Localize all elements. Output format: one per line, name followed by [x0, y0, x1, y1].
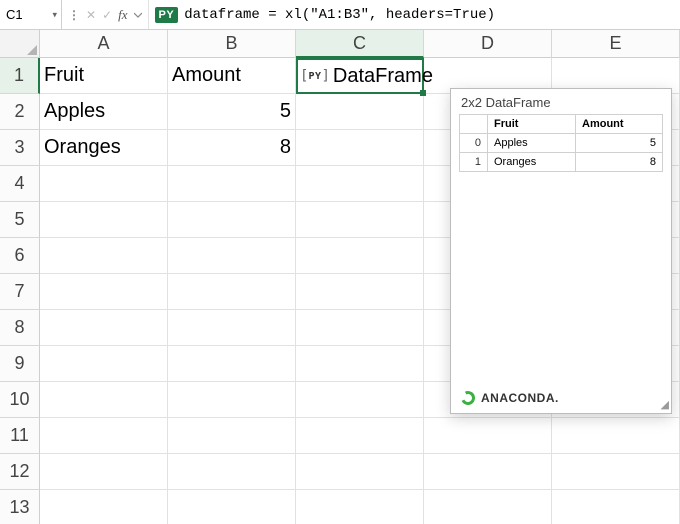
cell-C6[interactable] [296, 238, 424, 274]
cell-B5[interactable] [168, 202, 296, 238]
cell-B4[interactable] [168, 166, 296, 202]
row-header-12[interactable]: 12 [0, 454, 40, 490]
anaconda-icon [459, 389, 477, 407]
cell-A3[interactable]: Oranges [40, 130, 168, 166]
cell-B2[interactable]: 5 [168, 94, 296, 130]
row-header-13[interactable]: 13 [0, 490, 40, 524]
cell-A11[interactable] [40, 418, 168, 454]
column-headers: ABCDE [40, 30, 680, 58]
dataframe-preview-table: FruitAmount 0Apples51Oranges8 [459, 114, 663, 172]
fx-icon[interactable]: fx [118, 7, 127, 23]
resize-grip-icon[interactable]: ◢ [661, 398, 669, 411]
column-header-E[interactable]: E [552, 30, 680, 58]
cell-A5[interactable] [40, 202, 168, 238]
cell-C3[interactable] [296, 130, 424, 166]
df-cell: Apples [488, 134, 576, 153]
table-row: 1Oranges8 [460, 153, 663, 172]
column-header-A[interactable]: A [40, 30, 168, 58]
dataframe-preview-title: 2x2 DataFrame [451, 89, 671, 114]
table-row: 0Apples5 [460, 134, 663, 153]
select-all-corner[interactable] [0, 30, 40, 58]
row-header-3[interactable]: 3 [0, 130, 40, 166]
python-chip-icon: PY [300, 68, 330, 84]
cell-A9[interactable] [40, 346, 168, 382]
cell-B12[interactable] [168, 454, 296, 490]
cell-B6[interactable] [168, 238, 296, 274]
cell-D11[interactable] [424, 418, 552, 454]
cell-D12[interactable] [424, 454, 552, 490]
cell-B1[interactable]: Amount [168, 58, 296, 94]
row-header-10[interactable]: 10 [0, 382, 40, 418]
cell-A1[interactable]: Fruit [40, 58, 168, 94]
formula-input[interactable]: dataframe = xl("A1:B3", headers=True) [178, 7, 680, 23]
df-cell: 5 [576, 134, 663, 153]
row-header-4[interactable]: 4 [0, 166, 40, 202]
cell-C2[interactable] [296, 94, 424, 130]
column-header-C[interactable]: C [296, 30, 424, 58]
cell-A12[interactable] [40, 454, 168, 490]
cell-E13[interactable] [552, 490, 680, 524]
row-header-8[interactable]: 8 [0, 310, 40, 346]
spreadsheet-grid: ABCDE 12345678910111213 FruitAmountPYDat… [0, 30, 680, 524]
df-index-cell: 1 [460, 153, 488, 172]
column-header-D[interactable]: D [424, 30, 552, 58]
chevron-down-icon[interactable] [134, 11, 142, 19]
cell-A10[interactable] [40, 382, 168, 418]
row-header-11[interactable]: 11 [0, 418, 40, 454]
df-col-header: Fruit [488, 115, 576, 134]
cell-A7[interactable] [40, 274, 168, 310]
df-cell: 8 [576, 153, 663, 172]
df-col-header: Amount [576, 115, 663, 134]
row-headers: 12345678910111213 [0, 58, 40, 524]
cell-A6[interactable] [40, 238, 168, 274]
row-header-1[interactable]: 1 [0, 58, 40, 94]
cell-C12[interactable] [296, 454, 424, 490]
name-box-value: C1 [6, 7, 23, 22]
formula-bar-buttons: ⋮ ✕ ✓ fx [62, 0, 149, 29]
cell-C9[interactable] [296, 346, 424, 382]
cell-B3[interactable]: 8 [168, 130, 296, 166]
cell-B10[interactable] [168, 382, 296, 418]
anaconda-brand-text: ANACONDA. [481, 391, 559, 405]
cell-C5[interactable] [296, 202, 424, 238]
cell-C11[interactable] [296, 418, 424, 454]
python-badge: PY [155, 7, 179, 23]
df-cell: Oranges [488, 153, 576, 172]
cell-E12[interactable] [552, 454, 680, 490]
cell-C1[interactable]: PYDataFrame [296, 58, 424, 94]
chevron-down-icon[interactable]: ▾ [52, 9, 57, 20]
df-index-header [460, 115, 488, 134]
cell-C4[interactable] [296, 166, 424, 202]
cell-B9[interactable] [168, 346, 296, 382]
row-header-9[interactable]: 9 [0, 346, 40, 382]
more-icon[interactable]: ⋮ [68, 8, 80, 22]
dataframe-preview-footer: ANACONDA. [451, 383, 671, 413]
cell-C8[interactable] [296, 310, 424, 346]
name-box[interactable]: C1 ▾ [0, 0, 62, 29]
cell-value: DataFrame [333, 65, 433, 88]
cell-E11[interactable] [552, 418, 680, 454]
cell-C13[interactable] [296, 490, 424, 524]
cell-A2[interactable]: Apples [40, 94, 168, 130]
row-header-6[interactable]: 6 [0, 238, 40, 274]
cell-B11[interactable] [168, 418, 296, 454]
cell-C7[interactable] [296, 274, 424, 310]
enter-icon[interactable]: ✓ [102, 8, 112, 22]
column-header-B[interactable]: B [168, 30, 296, 58]
cell-B8[interactable] [168, 310, 296, 346]
cell-A13[interactable] [40, 490, 168, 524]
cell-A4[interactable] [40, 166, 168, 202]
cell-C10[interactable] [296, 382, 424, 418]
cell-B7[interactable] [168, 274, 296, 310]
cell-A8[interactable] [40, 310, 168, 346]
row-header-5[interactable]: 5 [0, 202, 40, 238]
row-header-2[interactable]: 2 [0, 94, 40, 130]
formula-bar: C1 ▾ ⋮ ✕ ✓ fx PY dataframe = xl("A1:B3",… [0, 0, 680, 30]
row-header-7[interactable]: 7 [0, 274, 40, 310]
df-index-cell: 0 [460, 134, 488, 153]
dataframe-preview-popup: 2x2 DataFrame FruitAmount 0Apples51Orang… [450, 88, 672, 414]
cancel-icon[interactable]: ✕ [86, 8, 96, 22]
cell-D13[interactable] [424, 490, 552, 524]
cell-B13[interactable] [168, 490, 296, 524]
